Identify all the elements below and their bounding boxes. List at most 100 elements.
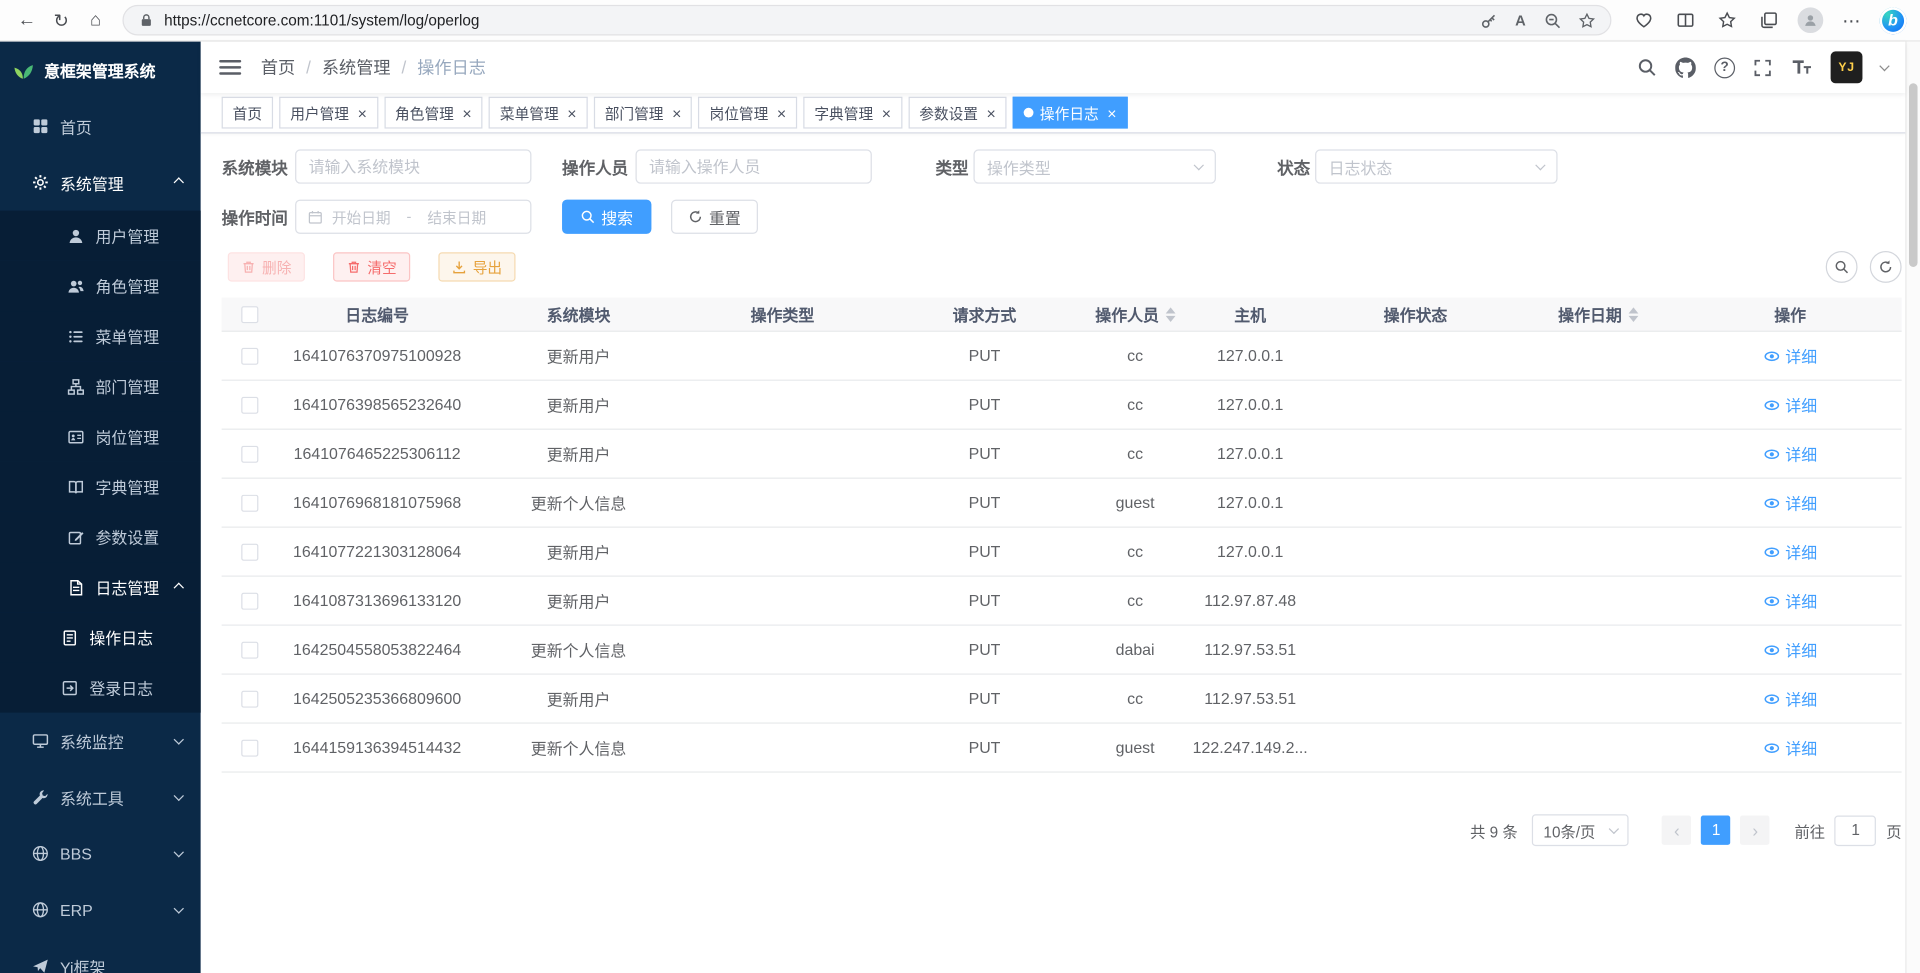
scrollbar[interactable] [1905, 42, 1920, 973]
row-checkbox[interactable] [241, 396, 258, 413]
refresh-table-button[interactable] [1870, 251, 1902, 283]
font-size-icon[interactable] [1790, 56, 1812, 78]
tab-user-management[interactable]: 用户管理× [279, 97, 378, 129]
sidebar-item-system-tools[interactable]: 系统工具 [0, 769, 201, 825]
sidebar-item-login-log[interactable]: 登录日志 [0, 662, 201, 712]
tab-post-management[interactable]: 岗位管理× [699, 97, 798, 129]
select-all-checkbox[interactable] [241, 306, 258, 323]
search-button[interactable]: 搜索 [562, 200, 651, 234]
next-page-button[interactable]: › [1741, 816, 1770, 845]
browser-back-button[interactable]: ← [10, 3, 44, 37]
close-icon[interactable]: × [777, 105, 786, 121]
type-select[interactable]: 操作类型 [973, 149, 1215, 183]
detail-link[interactable]: 详细 [1763, 736, 1817, 759]
row-checkbox[interactable] [241, 690, 258, 707]
profile-avatar[interactable] [1793, 3, 1827, 37]
sidebar-item-bbs[interactable]: BBS [0, 825, 201, 881]
row-checkbox[interactable] [241, 445, 258, 462]
split-screen-icon[interactable] [1668, 3, 1702, 37]
favorite-star-icon[interactable] [1578, 12, 1595, 29]
detail-link[interactable]: 详细 [1763, 491, 1817, 514]
row-checkbox[interactable] [241, 347, 258, 364]
header-operator-sortable[interactable]: 操作人员 [1084, 302, 1187, 325]
sidebar-item-yi-framework[interactable]: Yi框架 [0, 938, 201, 973]
detail-link[interactable]: 详细 [1763, 344, 1817, 367]
app-logo[interactable]: 意框架管理系统 [0, 42, 201, 98]
sidebar-item-dict-management[interactable]: 字典管理 [0, 462, 201, 512]
browser-essentials-icon[interactable] [1626, 3, 1660, 37]
row-checkbox[interactable] [241, 494, 258, 511]
reset-button[interactable]: 重置 [671, 200, 758, 234]
sidebar-item-department-management[interactable]: 部门管理 [0, 361, 201, 411]
page-size-select[interactable]: 10条/页 [1532, 814, 1629, 846]
header-operation-date-sortable[interactable]: 操作日期 [1517, 302, 1679, 325]
close-icon[interactable]: × [672, 105, 681, 121]
github-icon[interactable] [1675, 57, 1696, 78]
sidebar-item-system-management[interactable]: 系统管理 [0, 154, 201, 210]
sidebar-item-user-management[interactable]: 用户管理 [0, 211, 201, 261]
close-icon[interactable]: × [1107, 105, 1116, 121]
password-key-icon[interactable] [1481, 12, 1498, 29]
sidebar-item-menu-management[interactable]: 菜单管理 [0, 311, 201, 361]
close-icon[interactable]: × [882, 105, 891, 121]
prev-page-button[interactable]: ‹ [1662, 816, 1691, 845]
header-search-icon[interactable] [1637, 58, 1657, 78]
help-icon[interactable]: ? [1714, 57, 1735, 78]
detail-link[interactable]: 详细 [1763, 540, 1817, 563]
goto-page-input[interactable] [1835, 815, 1877, 846]
close-icon[interactable]: × [567, 105, 576, 121]
module-input[interactable] [295, 149, 531, 183]
detail-link[interactable]: 详细 [1763, 393, 1817, 416]
read-aloud-icon[interactable]: A [1515, 12, 1527, 29]
sidebar-toggle-icon[interactable] [219, 60, 241, 75]
row-checkbox[interactable] [241, 739, 258, 756]
operator-input[interactable] [636, 149, 872, 183]
bing-copilot-icon[interactable]: b [1876, 3, 1910, 37]
sidebar-item-role-management[interactable]: 角色管理 [0, 261, 201, 311]
tab-operation-log[interactable]: 操作日志× [1013, 97, 1128, 129]
page-number-button[interactable]: 1 [1701, 816, 1730, 845]
sidebar-item-system-monitor[interactable]: 系统监控 [0, 713, 201, 769]
tab-department-management[interactable]: 部门管理× [594, 97, 693, 129]
fullscreen-icon[interactable] [1753, 58, 1771, 76]
browser-menu-icon[interactable]: ⋯ [1834, 3, 1868, 37]
close-icon[interactable]: × [358, 105, 367, 121]
detail-link[interactable]: 详细 [1763, 442, 1817, 465]
tab-role-management[interactable]: 角色管理× [384, 97, 483, 129]
delete-button[interactable]: 删除 [228, 252, 305, 281]
tab-parameter-settings[interactable]: 参数设置× [908, 97, 1007, 129]
url-text[interactable]: https://ccnetcore.com:1101/system/log/op… [164, 12, 1468, 29]
collections-icon[interactable] [1751, 3, 1785, 37]
export-button[interactable]: 导出 [438, 252, 515, 281]
clear-button[interactable]: 清空 [333, 252, 410, 281]
address-bar[interactable]: https://ccnetcore.com:1101/system/log/op… [122, 5, 1611, 36]
sidebar-item-operation-log[interactable]: 操作日志 [0, 612, 201, 662]
close-icon[interactable]: × [987, 105, 996, 121]
sidebar-item-home[interactable]: 首页 [0, 98, 201, 154]
sidebar-item-log-management[interactable]: 日志管理 [0, 562, 201, 612]
status-select[interactable]: 日志状态 [1315, 149, 1557, 183]
user-logo[interactable]: YJ [1831, 51, 1863, 83]
sidebar-item-erp[interactable]: ERP [0, 882, 201, 938]
detail-link[interactable]: 详细 [1763, 638, 1817, 661]
sidebar-item-parameter-settings[interactable]: 参数设置 [0, 512, 201, 562]
browser-refresh-button[interactable]: ↻ [44, 3, 78, 37]
tab-dict-management[interactable]: 字典管理× [803, 97, 902, 129]
tab-menu-management[interactable]: 菜单管理× [489, 97, 588, 129]
row-checkbox[interactable] [241, 592, 258, 609]
breadcrumb-section[interactable]: 系统管理 [322, 55, 391, 79]
favorites-bar-icon[interactable] [1709, 3, 1743, 37]
tab-home[interactable]: 首页 [222, 97, 273, 129]
user-dropdown-caret-icon[interactable] [1879, 60, 1889, 70]
detail-link[interactable]: 详细 [1763, 687, 1817, 710]
date-range-picker[interactable]: 开始日期 - 结束日期 [295, 200, 531, 234]
breadcrumb-home[interactable]: 首页 [261, 55, 295, 79]
sidebar-item-post-management[interactable]: 岗位管理 [0, 411, 201, 461]
toggle-search-button[interactable] [1826, 251, 1858, 283]
zoom-out-icon[interactable] [1544, 12, 1561, 29]
browser-home-button[interactable]: ⌂ [78, 3, 112, 37]
detail-link[interactable]: 详细 [1763, 589, 1817, 612]
scrollbar-thumb[interactable] [1909, 83, 1918, 267]
row-checkbox[interactable] [241, 543, 258, 560]
row-checkbox[interactable] [241, 641, 258, 658]
